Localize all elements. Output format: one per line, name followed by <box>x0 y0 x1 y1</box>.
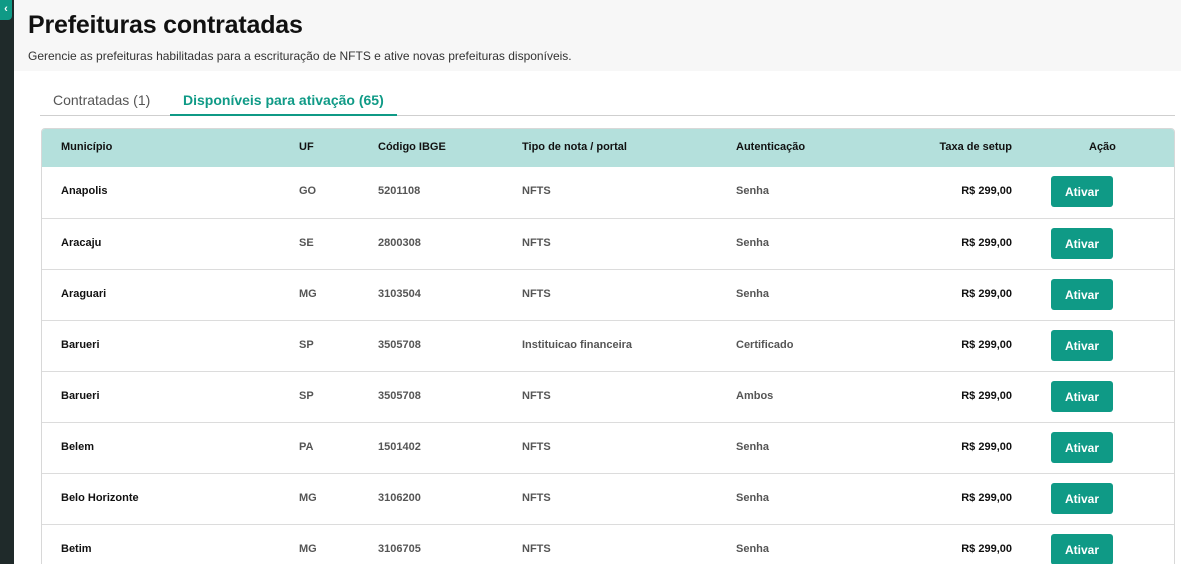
cell-autenticacao: Senha <box>736 288 770 300</box>
cell-tipo: NFTS <box>522 492 551 504</box>
table-row: Barueri SP 3505708 NFTS Ambos R$ 299,00 Ativar <box>42 371 1174 422</box>
cell-uf: SP <box>299 390 314 402</box>
page-title: Prefeituras contratadas <box>28 11 303 39</box>
table-body: Anapolis GO 5201108 NFTS Senha R$ 299,00 Ativa… <box>42 167 1174 564</box>
cell-ibge: 3106705 <box>378 543 421 555</box>
side-rail <box>0 0 14 564</box>
header-tipo[interactable]: Tipo de nota / portal <box>522 141 627 153</box>
header-autenticacao[interactable]: Autenticação <box>736 141 805 153</box>
table-row: Aracaju SE 2800308 NFTS Senha R$ 299,00 Ativar <box>42 218 1174 269</box>
header-uf[interactable]: UF <box>299 141 314 153</box>
cell-taxa: R$ 299,00 <box>961 288 1012 300</box>
cell-uf: MG <box>299 288 317 300</box>
header-ibge[interactable]: Código IBGE <box>378 141 446 153</box>
cell-uf: MG <box>299 492 317 504</box>
cell-municipio: Belo Horizonte <box>61 492 139 504</box>
tab-contratadas[interactable]: Contratadas (1) <box>53 87 150 116</box>
cell-autenticacao: Senha <box>736 441 770 453</box>
cell-municipio: Anapolis <box>61 185 108 197</box>
cell-municipio: Barueri <box>61 339 100 351</box>
cell-municipio: Betim <box>61 543 92 555</box>
cell-municipio: Belem <box>61 441 95 453</box>
ativar-button[interactable]: Ativar <box>1051 176 1113 207</box>
ativar-button[interactable]: Ativar <box>1051 279 1113 310</box>
ativar-button[interactable]: Ativar <box>1051 483 1113 514</box>
header-municipio[interactable]: Município <box>61 141 112 153</box>
cell-uf: SE <box>299 237 314 249</box>
table-row: Belem PA 1501402 NFTS Senha R$ 299,00 Ativar <box>42 422 1174 473</box>
cell-autenticacao: Senha <box>736 543 770 555</box>
cell-municipio: Araguari <box>61 288 107 300</box>
chevron-left-icon[interactable]: ‹ <box>0 0 12 20</box>
cell-ibge: 3505708 <box>378 390 421 402</box>
table-row: Araguari MG 3103504 NFTS Senha R$ 299,00 Ativa… <box>42 269 1174 320</box>
cell-ibge: 1501402 <box>378 441 421 453</box>
cell-autenticacao: Senha <box>736 492 770 504</box>
cell-ibge: 3103504 <box>378 288 421 300</box>
cell-uf: MG <box>299 543 317 555</box>
ativar-button[interactable]: Ativar <box>1051 432 1113 463</box>
header-taxa[interactable]: Taxa de setup <box>939 141 1012 153</box>
cell-ibge: 3106200 <box>378 492 421 504</box>
cell-taxa: R$ 299,00 <box>961 339 1012 351</box>
cell-uf: SP <box>299 339 314 351</box>
cell-ibge: 2800308 <box>378 237 421 249</box>
cell-tipo: NFTS <box>522 288 551 300</box>
cell-autenticacao: Senha <box>736 237 770 249</box>
table-row: Belo Horizonte MG 3106200 NFTS Senha R$ 299,0… <box>42 473 1174 524</box>
cell-autenticacao: Certificado <box>736 339 794 351</box>
cell-taxa: R$ 299,00 <box>961 492 1012 504</box>
cell-ibge: 5201108 <box>378 185 421 197</box>
table-row: Betim MG 3106705 NFTS Senha R$ 299,00 Ativar <box>42 524 1174 564</box>
cell-tipo: NFTS <box>522 185 551 197</box>
tab-disponiveis[interactable]: Disponíveis para ativação (65) <box>170 87 397 116</box>
page-subtitle: Gerencie as prefeituras habilitadas para… <box>28 49 572 63</box>
cell-municipio: Barueri <box>61 390 100 402</box>
ativar-button[interactable]: Ativar <box>1051 330 1113 361</box>
table-row: Barueri SP 3505708 Instituicao financeira Ce… <box>42 320 1174 371</box>
cell-tipo: NFTS <box>522 441 551 453</box>
cell-uf: PA <box>299 441 314 453</box>
ativar-button[interactable]: Ativar <box>1051 381 1113 412</box>
cell-taxa: R$ 299,00 <box>961 237 1012 249</box>
cell-tipo: Instituicao financeira <box>522 339 633 351</box>
cell-taxa: R$ 299,00 <box>961 543 1012 555</box>
table-row: Anapolis GO 5201108 NFTS Senha R$ 299,00 Ativa… <box>42 167 1174 218</box>
cell-taxa: R$ 299,00 <box>961 441 1012 453</box>
tab-bar: Contratadas (1) Disponíveis para ativaçã… <box>40 87 1175 116</box>
header-acao: Ação <box>1089 141 1116 153</box>
cell-taxa: R$ 299,00 <box>961 185 1012 197</box>
cell-tipo: NFTS <box>522 237 551 249</box>
prefeituras-table: Município UF Código IBGE Tipo de nota / … <box>41 128 1175 564</box>
table-header: Município UF Código IBGE Tipo de nota / … <box>42 129 1174 167</box>
cell-tipo: NFTS <box>522 543 551 555</box>
ativar-button[interactable]: Ativar <box>1051 534 1113 564</box>
ativar-button[interactable]: Ativar <box>1051 228 1113 259</box>
cell-tipo: NFTS <box>522 390 551 402</box>
cell-autenticacao: Ambos <box>736 390 774 402</box>
cell-taxa: R$ 299,00 <box>961 390 1012 402</box>
cell-autenticacao: Senha <box>736 185 770 197</box>
cell-municipio: Aracaju <box>61 237 102 249</box>
cell-uf: GO <box>299 185 317 197</box>
cell-ibge: 3505708 <box>378 339 421 351</box>
